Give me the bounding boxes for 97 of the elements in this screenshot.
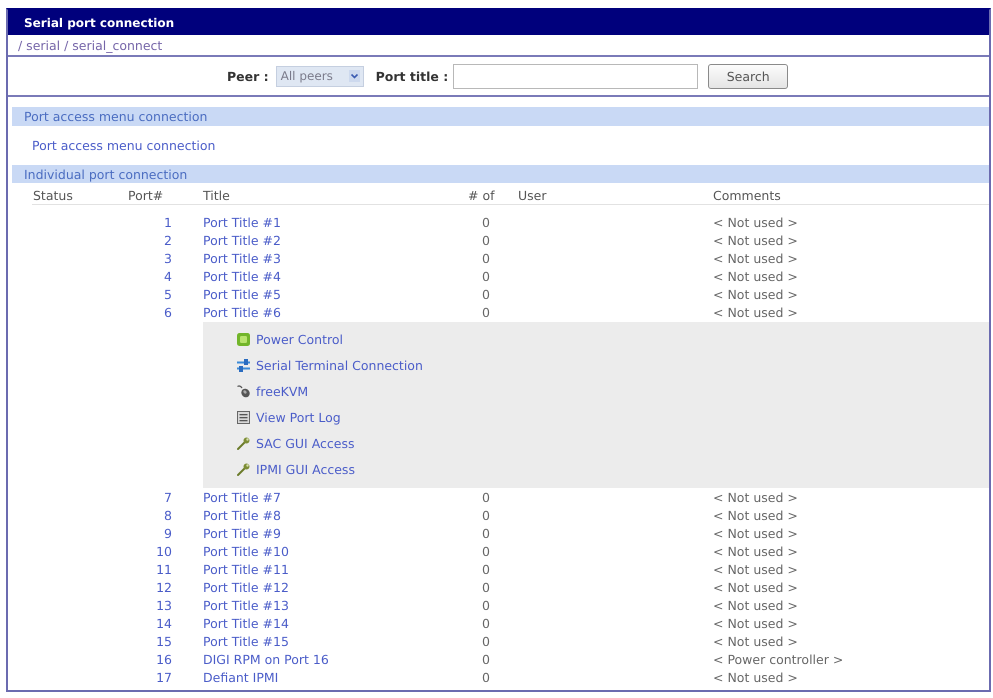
document-icon	[237, 410, 250, 424]
port-number[interactable]: 7	[164, 490, 172, 504]
wrench-icon	[237, 462, 250, 476]
comment-text: < Not used >	[713, 634, 798, 648]
connection-count: 0	[482, 250, 490, 266]
comment-text: < Not used >	[713, 598, 798, 612]
menu-item[interactable]: Power Control	[237, 326, 343, 352]
port-number[interactable]: 13	[156, 598, 172, 612]
connection-count: 0	[482, 562, 490, 576]
connection-count: 0	[482, 526, 490, 540]
column-header: Port#	[128, 188, 164, 202]
connection-count: 0	[482, 634, 490, 648]
port-title-link[interactable]: Port Title #11	[203, 562, 289, 576]
section-header: Individual port connection	[12, 165, 989, 183]
comment-text: < Not used >	[713, 268, 798, 284]
breadcrumb-path: / serial / serial_connect	[18, 38, 162, 52]
connection-count: 0	[482, 490, 490, 504]
port-number[interactable]: 2	[164, 232, 172, 248]
peer-select[interactable]: All peers	[276, 66, 364, 86]
caret-icon	[348, 70, 360, 82]
tile-icon	[237, 332, 250, 346]
port-title-link[interactable]: Port Title #14	[203, 616, 289, 630]
port-title-link[interactable]: Port Title #4	[203, 268, 281, 284]
port-number[interactable]: 16	[156, 652, 172, 666]
comment-text: < Not used >	[713, 232, 798, 248]
port-title-link[interactable]: Defiant IPMI	[203, 670, 278, 684]
port-number[interactable]: 17	[156, 670, 172, 684]
comment-text: < Not used >	[713, 508, 798, 522]
port-number[interactable]: 6	[164, 304, 172, 320]
port-title-link[interactable]: Port Title #5	[203, 286, 281, 302]
port-number[interactable]: 12	[156, 580, 172, 594]
comment-text: < Not used >	[713, 544, 798, 558]
comment-text: < Power controller >	[713, 652, 844, 666]
port-access-link[interactable]: Port access menu connection	[32, 138, 216, 153]
field-label: Peer :	[227, 68, 269, 84]
wrench-icon	[237, 436, 250, 450]
port-number[interactable]: 1	[164, 214, 172, 230]
port-number[interactable]: 10	[156, 544, 172, 558]
comment-text: < Not used >	[713, 616, 798, 630]
connection-count: 0	[482, 508, 490, 522]
port-title-link[interactable]: Port Title #1	[203, 214, 281, 230]
column-header: User	[518, 188, 546, 202]
connection-count: 0	[482, 304, 490, 320]
menu-item[interactable]: SAC GUI Access	[237, 430, 354, 456]
menu-item[interactable]: View Port Log	[237, 404, 341, 430]
port-number[interactable]: 4	[164, 268, 172, 284]
comment-text: < Not used >	[713, 214, 798, 230]
port-title-link[interactable]: Port Title #10	[203, 544, 289, 558]
search-button[interactable]: Search	[708, 64, 788, 88]
connection-count: 0	[482, 580, 490, 594]
menu-item[interactable]: Serial Terminal Connection	[237, 352, 423, 378]
menu-item[interactable]: IPMI GUI Access	[237, 456, 355, 482]
port-title-link[interactable]: Port Title #8	[203, 508, 281, 522]
comment-text: < Not used >	[713, 670, 798, 684]
port-title-link[interactable]: Port Title #2	[203, 232, 281, 248]
sliders-icon	[237, 358, 250, 372]
connection-count: 0	[482, 598, 490, 612]
connection-count: 0	[482, 268, 490, 284]
port-title-link[interactable]: Port Title #7	[203, 490, 281, 504]
menu-item[interactable]: freeKVM	[237, 378, 308, 404]
connection-count: 0	[482, 616, 490, 630]
comment-text: < Not used >	[713, 286, 798, 302]
comment-text: < Not used >	[713, 304, 798, 320]
port-number[interactable]: 8	[164, 508, 172, 522]
mouse-icon	[237, 384, 250, 398]
column-header: Comments	[713, 188, 781, 202]
port-title-link[interactable]: DIGI RPM on Port 16	[203, 652, 329, 666]
port-number[interactable]: 15	[156, 634, 172, 648]
connection-count: 0	[482, 544, 490, 558]
comment-text: < Not used >	[713, 562, 798, 576]
column-header: # of	[468, 188, 494, 202]
port-number[interactable]: 3	[164, 250, 172, 266]
column-header: Status	[33, 188, 73, 202]
connection-count: 0	[482, 670, 490, 684]
port-title-link[interactable]: Port Title #12	[203, 580, 289, 594]
connection-count: 0	[482, 286, 490, 302]
connection-count: 0	[482, 652, 490, 666]
window-title: Serial port connection	[24, 16, 174, 30]
comment-text: < Not used >	[713, 580, 798, 594]
connection-count: 0	[482, 214, 490, 230]
port-title-input[interactable]	[453, 64, 698, 88]
column-header: Title	[203, 188, 230, 202]
section-header: Port access menu connection	[12, 107, 989, 126]
port-title-link[interactable]: Port Title #9	[203, 526, 281, 540]
port-title-link[interactable]: Port Title #13	[203, 598, 289, 612]
comment-text: < Not used >	[713, 490, 798, 504]
port-title-link[interactable]: Port Title #6	[203, 304, 281, 320]
port-title-link[interactable]: Port Title #15	[203, 634, 289, 648]
comment-text: < Not used >	[713, 526, 798, 540]
port-title-link[interactable]: Port Title #3	[203, 250, 281, 266]
port-number[interactable]: 11	[156, 562, 172, 576]
connection-count: 0	[482, 232, 490, 248]
field-label: Port title :	[376, 68, 448, 84]
port-number[interactable]: 14	[156, 616, 172, 630]
comment-text: < Not used >	[713, 250, 798, 266]
port-number[interactable]: 5	[164, 286, 172, 302]
port-number[interactable]: 9	[164, 526, 172, 540]
